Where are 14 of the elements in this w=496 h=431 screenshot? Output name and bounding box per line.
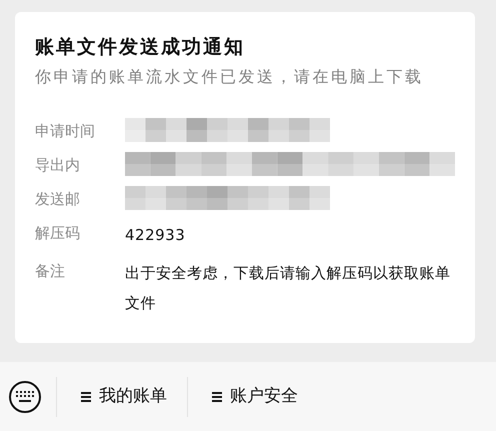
field-label: 发送邮 (35, 189, 81, 210)
field-label: 导出内 (35, 155, 81, 176)
menu-button[interactable]: 我的账单 (75, 380, 173, 414)
field-label: 申请时间 (35, 121, 96, 142)
notification-title: 账单文件发送成功通知 (35, 35, 246, 60)
field-value: 出于安全考虑，下载后请输入解压码以获取账单文件 (125, 263, 452, 314)
field-value: 422933 (125, 225, 186, 246)
notification-subtitle: 你申请的账单流水文件已发送，请在电脑上下载 (35, 66, 424, 88)
menu-icon (81, 390, 91, 402)
menu-icon (212, 390, 222, 402)
keyboard-icon[interactable] (8, 380, 42, 414)
field-label: 解压码 (35, 223, 81, 244)
menu-button[interactable]: 账户安全 (206, 380, 304, 414)
field-label: 备注 (35, 261, 66, 282)
